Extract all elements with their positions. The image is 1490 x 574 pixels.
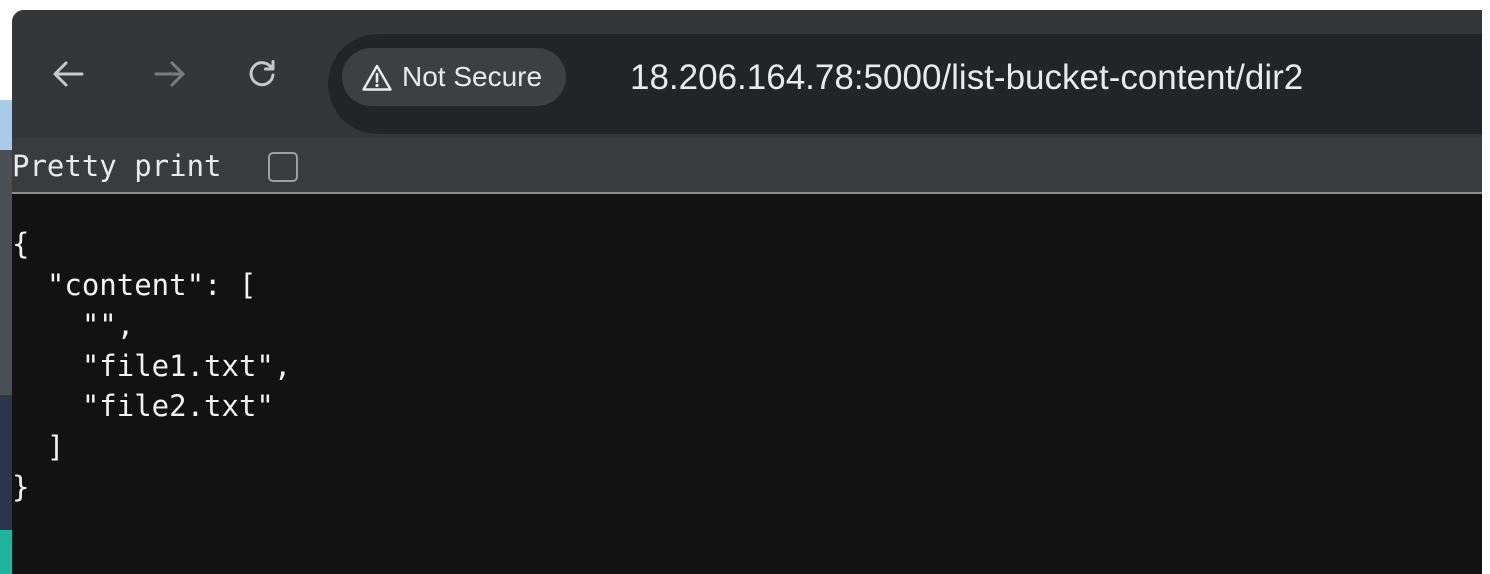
desktop-edge — [0, 0, 12, 100]
pretty-print-bar: Pretty print — [12, 138, 1482, 194]
json-line: "file1.txt", — [12, 348, 292, 383]
desktop-edge — [0, 100, 12, 150]
desktop-edge — [0, 395, 12, 530]
back-button[interactable] — [46, 48, 90, 100]
security-indicator-label: Not Secure — [402, 61, 543, 92]
desktop-edge — [0, 150, 12, 395]
json-line: { — [12, 227, 30, 261]
arrow-left-icon — [53, 61, 84, 87]
warning-triangle-icon — [362, 64, 392, 91]
reload-icon — [249, 60, 275, 87]
browser-window: Not Secure 18.206.164.78:5000/list-bucke… — [12, 10, 1482, 574]
screenshot-frame: Not Secure 18.206.164.78:5000/list-bucke… — [0, 0, 1490, 574]
json-line: "", — [12, 308, 135, 342]
json-line: "content": [ — [12, 267, 257, 302]
json-line: ] — [12, 429, 65, 464]
forward-button[interactable] — [148, 48, 192, 100]
desktop-edge — [0, 530, 12, 574]
reload-button[interactable] — [240, 48, 284, 100]
pretty-print-label: Pretty print — [12, 149, 222, 183]
json-line: "file2.txt" — [12, 389, 274, 423]
arrow-right-icon — [154, 61, 185, 87]
pretty-print-checkbox[interactable] — [268, 152, 298, 182]
address-bar[interactable]: Not Secure 18.206.164.78:5000/list-bucke… — [328, 34, 1482, 134]
url-path: :5000/list-bucket-content/dir2 — [853, 58, 1304, 97]
json-response-body: { "content": [ "", "file1.txt", "file2.t… — [12, 224, 291, 508]
url-text[interactable]: 18.206.164.78:5000/list-bucket-content/d… — [630, 56, 1303, 100]
security-indicator-chip[interactable]: Not Secure — [342, 48, 567, 106]
url-host: 18.206.164.78 — [630, 58, 854, 97]
json-line: } — [12, 470, 30, 504]
browser-toolbar: Not Secure 18.206.164.78:5000/list-bucke… — [12, 10, 1482, 138]
